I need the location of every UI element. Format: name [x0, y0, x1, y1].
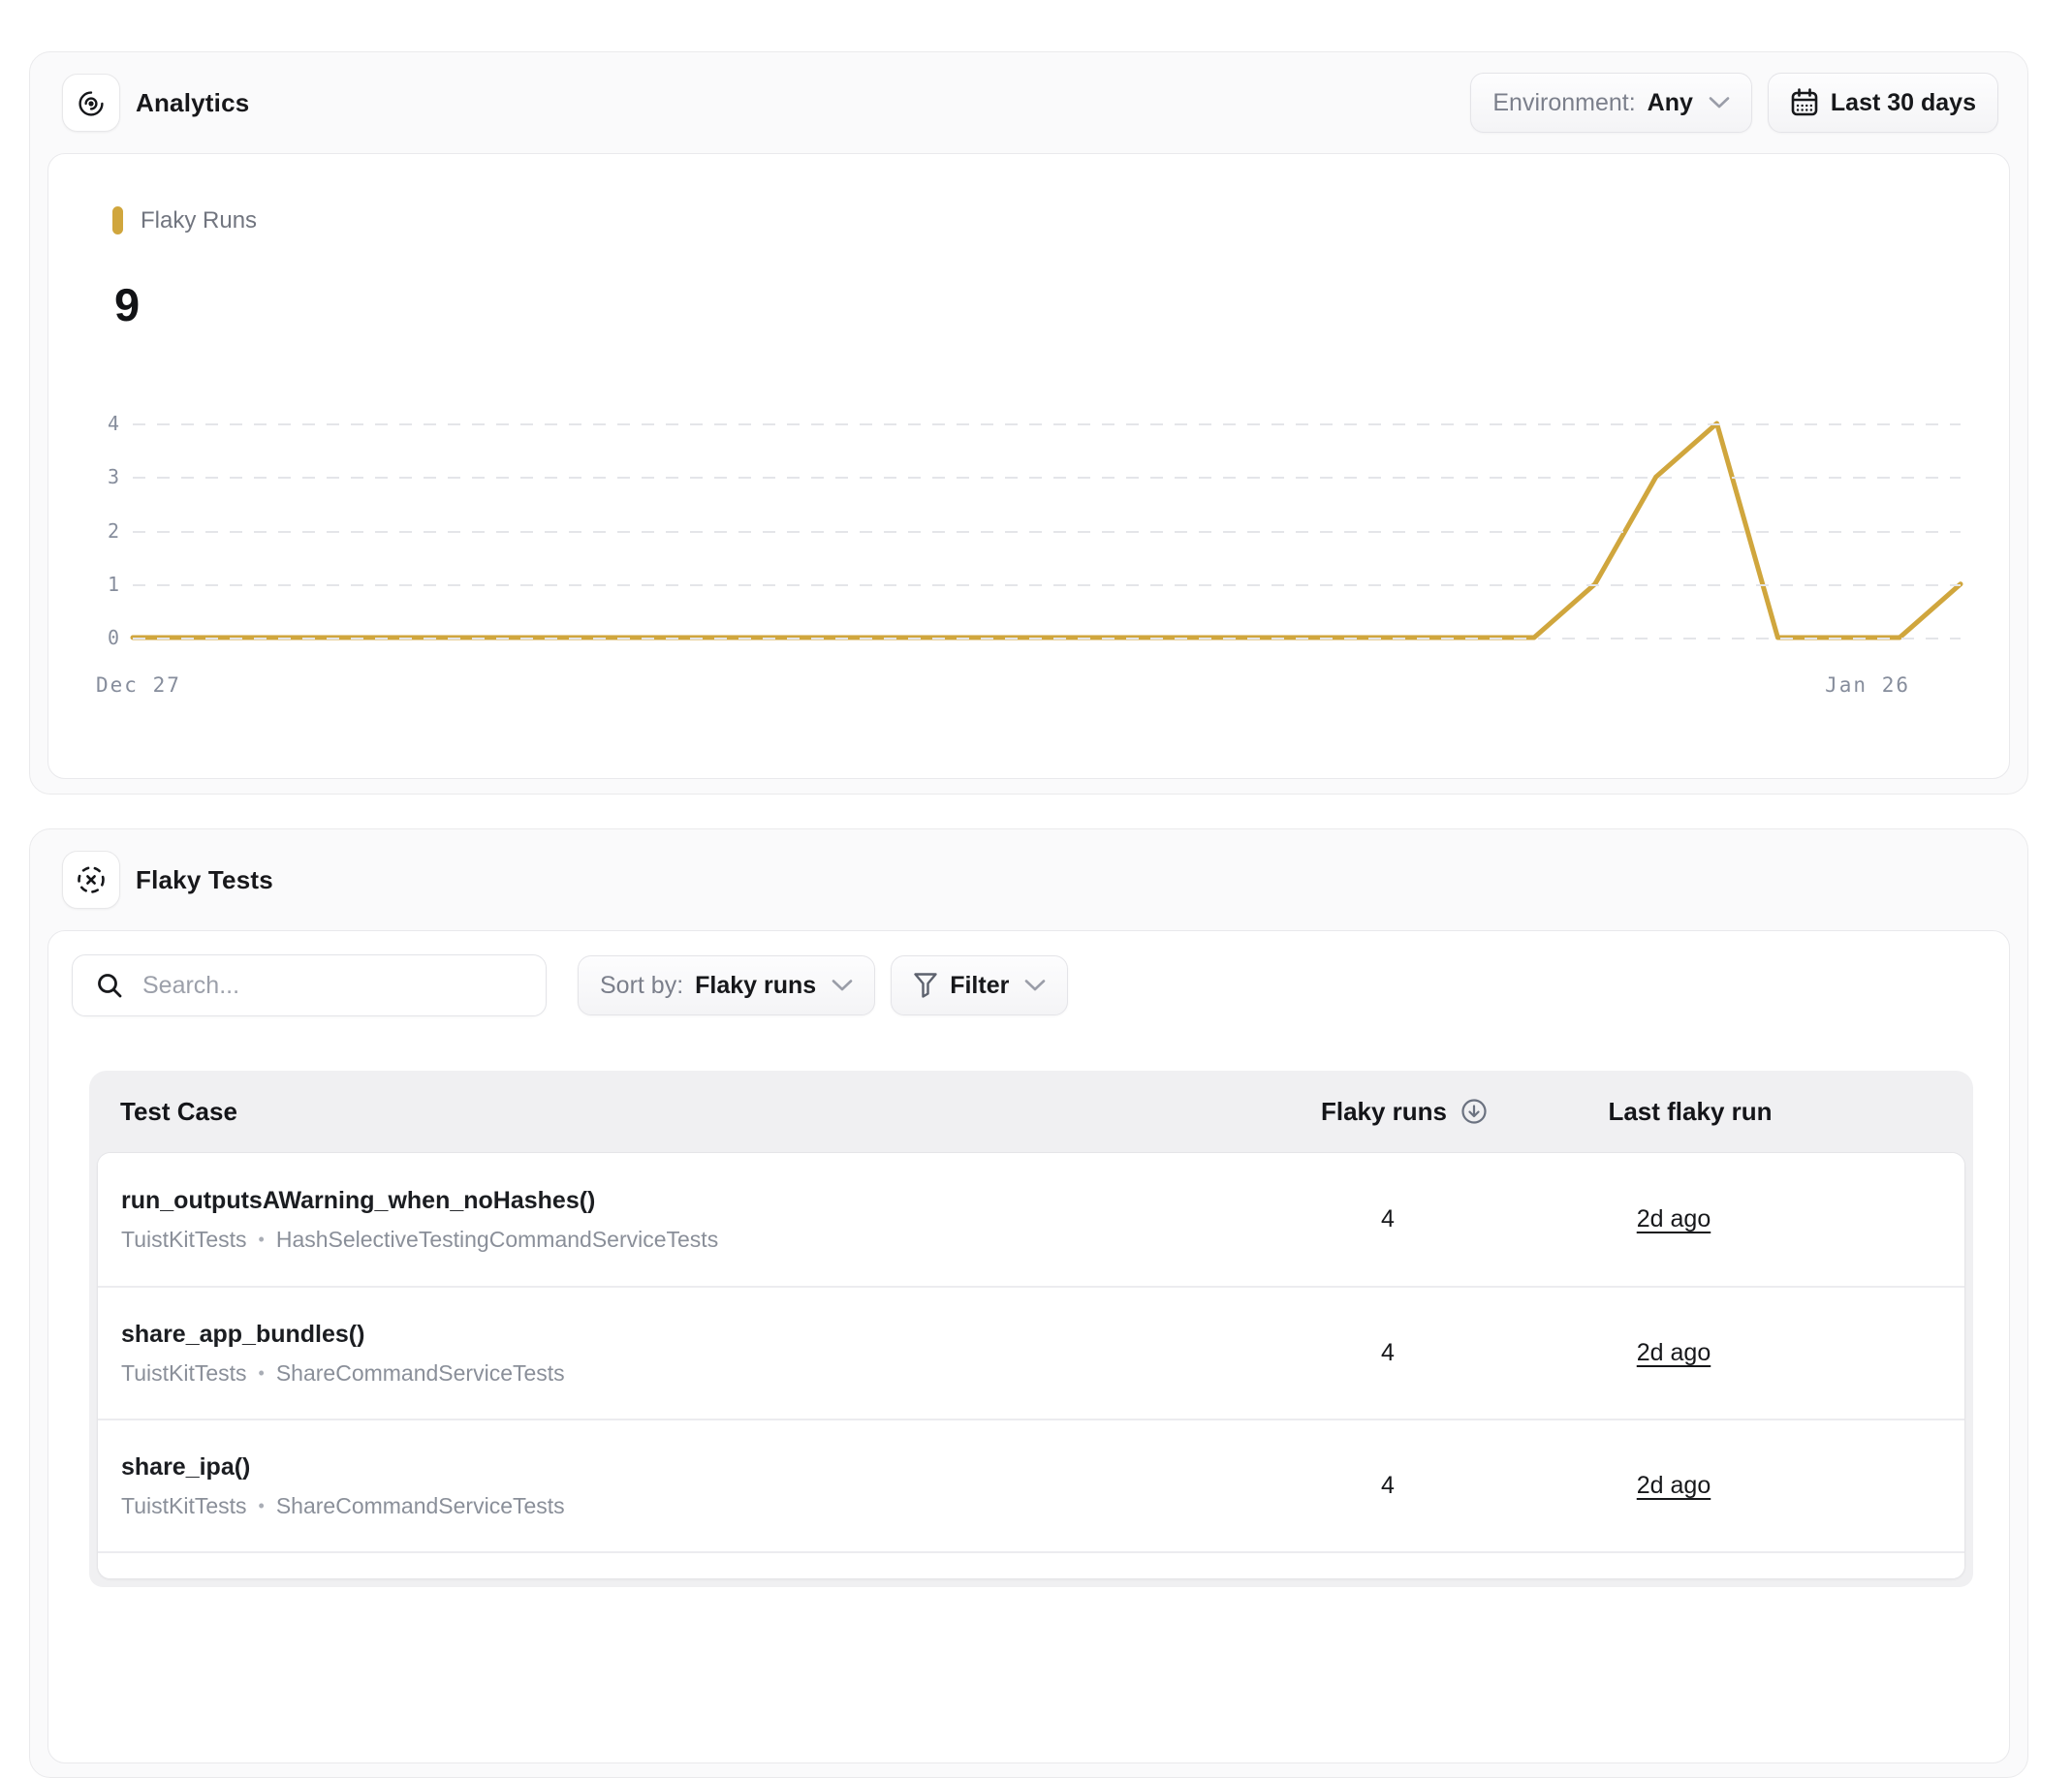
- x-axis-labels: Dec 27 Jan 26: [133, 673, 1961, 697]
- bullet-separator: •: [259, 1363, 265, 1384]
- gridline-y-3: 3: [133, 477, 1961, 479]
- chevron-down-icon: [1709, 96, 1730, 109]
- table-body: run_outputsAWarning_when_noHashes() Tuis…: [97, 1152, 1965, 1579]
- bullet-separator: •: [259, 1230, 265, 1250]
- date-range-label: Last 30 days: [1831, 89, 1976, 117]
- flaky-tests-card-header: Flaky Tests: [30, 829, 2027, 930]
- column-header-last-flaky-run: Last flaky run: [1516, 1097, 1865, 1127]
- environment-label: Environment:: [1492, 89, 1635, 117]
- table-row[interactable]: share_ipa() TuistKitTests • ShareCommand…: [98, 1419, 1964, 1551]
- search-icon: [96, 972, 123, 999]
- analytics-card-header: Analytics Environment: Any Last 30 days: [30, 52, 2027, 153]
- test-module: TuistKitTests: [121, 1360, 247, 1387]
- column-header-flaky-runs: Flaky runs: [1321, 1097, 1447, 1127]
- last-flaky-run-link[interactable]: 2d ago: [1637, 1472, 1711, 1499]
- test-case-location: TuistKitTests • ShareCommandServiceTests: [121, 1360, 1276, 1387]
- flaky-runs-count: 4: [1276, 1205, 1499, 1233]
- environment-select[interactable]: Environment: Any: [1470, 73, 1752, 133]
- test-case-name: share_app_bundles(): [121, 1321, 1276, 1349]
- test-case-name: run_outputsAWarning_when_noHashes(): [121, 1187, 1276, 1215]
- search-box[interactable]: [72, 954, 547, 1016]
- sort-descending-icon[interactable]: [1460, 1098, 1488, 1125]
- column-header-test-case: Test Case: [120, 1097, 1293, 1127]
- legend-marker: [112, 206, 123, 234]
- gridline-y-0: 0: [133, 638, 1961, 639]
- sort-by-value: Flaky runs: [695, 972, 816, 1000]
- flaky-tests-table: Test Case Flaky runs Last flaky run run_…: [89, 1071, 1973, 1587]
- gridline-y-1: 1: [133, 584, 1961, 586]
- flaky-runs-count: 4: [1276, 1339, 1499, 1367]
- test-module: TuistKitTests: [121, 1493, 247, 1519]
- environment-value: Any: [1648, 89, 1693, 117]
- date-range-button[interactable]: Last 30 days: [1768, 73, 1998, 133]
- flaky-test-icon: [62, 851, 120, 909]
- flaky-tests-inner-card: Sort by: Flaky runs Filter Test Case: [47, 930, 2010, 1763]
- x-axis-end-label: Jan 26: [1825, 673, 1910, 697]
- test-suite: HashSelectiveTestingCommandServiceTests: [276, 1227, 718, 1253]
- table-row[interactable]: run_outputsAWarning_when_noHashes() Tuis…: [98, 1153, 1964, 1286]
- sort-by-select[interactable]: Sort by: Flaky runs: [578, 955, 875, 1015]
- gridline-y-4: 4: [133, 423, 1961, 425]
- filter-funnel-icon: [913, 972, 938, 999]
- y-tick-label: 4: [71, 412, 119, 435]
- legend-label: Flaky Runs: [141, 207, 257, 234]
- flaky-runs-total: 9: [114, 278, 140, 331]
- table-row[interactable]: share_app_bundles() TuistKitTests • Shar…: [98, 1286, 1964, 1419]
- last-flaky-run-link[interactable]: 2d ago: [1637, 1339, 1711, 1366]
- gridline-y-2: 2: [133, 531, 1961, 533]
- last-flaky-run-link[interactable]: 2d ago: [1637, 1205, 1711, 1232]
- table-row-partial[interactable]: [98, 1551, 1964, 1578]
- table-header-row: Test Case Flaky runs Last flaky run: [89, 1071, 1973, 1152]
- table-controls: Sort by: Flaky runs Filter: [72, 954, 1986, 1016]
- analytics-icon: [62, 74, 120, 132]
- analytics-card: Analytics Environment: Any Last 30 days …: [29, 51, 2028, 795]
- y-tick-label: 3: [71, 465, 119, 488]
- test-module: TuistKitTests: [121, 1227, 247, 1253]
- bullet-separator: •: [259, 1496, 265, 1516]
- y-tick-label: 0: [71, 626, 119, 649]
- test-suite: ShareCommandServiceTests: [276, 1360, 565, 1387]
- sort-by-label: Sort by:: [600, 972, 683, 1000]
- chevron-down-icon: [1024, 979, 1046, 992]
- test-case-location: TuistKitTests • ShareCommandServiceTests: [121, 1493, 1276, 1519]
- x-axis-start-label: Dec 27: [96, 673, 181, 697]
- calendar-icon: [1790, 87, 1819, 118]
- test-suite: ShareCommandServiceTests: [276, 1493, 565, 1519]
- flaky-runs-chart-card: Flaky Runs 9 4 3 2 1 0 Dec 27 Jan 26: [47, 153, 2010, 779]
- analytics-title: Analytics: [136, 88, 249, 118]
- test-case-name: share_ipa(): [121, 1453, 1276, 1482]
- chevron-down-icon: [832, 979, 853, 992]
- y-tick-label: 2: [71, 519, 119, 543]
- filter-button[interactable]: Filter: [891, 955, 1068, 1015]
- filter-label: Filter: [950, 972, 1009, 1000]
- flaky-tests-card: Flaky Tests Sort by: Flaky runs: [29, 828, 2028, 1778]
- line-chart-plot-area: 4 3 2 1 0: [133, 423, 1961, 638]
- test-case-location: TuistKitTests • HashSelectiveTestingComm…: [121, 1227, 1276, 1253]
- search-input[interactable]: [141, 971, 522, 1001]
- chart-legend: Flaky Runs: [112, 206, 257, 234]
- y-tick-label: 1: [71, 573, 119, 596]
- flaky-tests-title: Flaky Tests: [136, 865, 273, 895]
- flaky-runs-count: 4: [1276, 1472, 1499, 1500]
